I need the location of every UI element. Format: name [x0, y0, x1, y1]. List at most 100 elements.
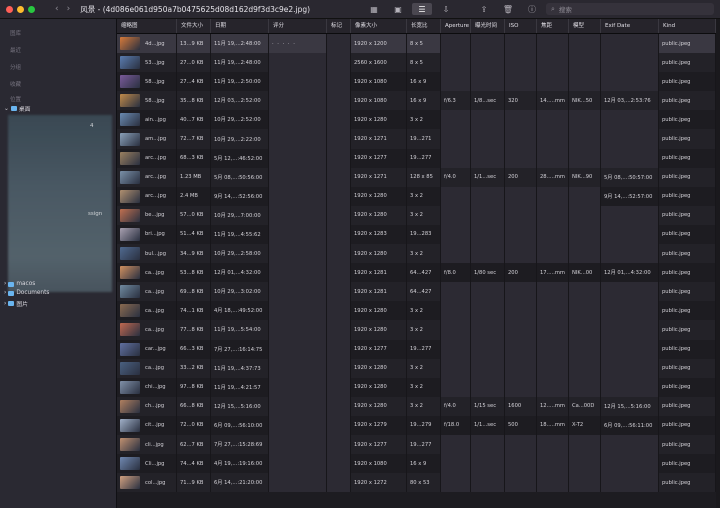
- table-row[interactable]: col...jpg 71...9 KB 6月 14,...:21:20:00 1920…: [117, 473, 720, 493]
- flag-cell[interactable]: [327, 301, 351, 321]
- rating-cell[interactable]: [269, 244, 327, 264]
- table-row[interactable]: am...jpg 72...7 KB 10月 29,...2:22:00 1920 x…: [117, 129, 720, 149]
- sidebar-item-desktop[interactable]: ⌄ 桌面: [4, 104, 30, 114]
- chevron-right-icon[interactable]: ›: [4, 281, 6, 287]
- table-row[interactable]: arc...jpg 68...3 KB 5月 12,...:46:52:00 1920…: [117, 148, 720, 168]
- rating-cell[interactable]: [269, 186, 327, 206]
- sidebar-item-documents[interactable]: › Documents: [4, 290, 49, 296]
- flag-cell[interactable]: [327, 224, 351, 245]
- list-icon[interactable]: ☰: [412, 3, 432, 15]
- rating-cell[interactable]: [269, 358, 327, 378]
- rating-cell[interactable]: [269, 205, 327, 225]
- table-row[interactable]: 58...jpg 27...4 KB 11月 19,...2:50:00 1920 x…: [117, 72, 720, 92]
- table-row[interactable]: arc...jpg 2.4 MB 9月 14,...:52:56:00 1920 x …: [117, 186, 720, 206]
- column-header[interactable]: 模型: [569, 19, 601, 33]
- table-row[interactable]: ca...jpg 74...1 KB 4月 18,...:49:52:00 1920 …: [117, 301, 720, 321]
- table-row[interactable]: arc...jpg 1.23 MB 5月 08,...:50:56:00 1920 x…: [117, 167, 720, 187]
- column-header[interactable]: 日期: [211, 19, 269, 33]
- rating-cell[interactable]: [269, 110, 327, 130]
- column-header[interactable]: 缩略图: [117, 19, 177, 33]
- rating-cell[interactable]: [269, 301, 327, 321]
- column-header[interactable]: 长宽比: [407, 19, 441, 33]
- rating-cell[interactable]: [269, 454, 327, 474]
- flag-cell[interactable]: [327, 434, 351, 455]
- share-icon[interactable]: ⇪: [474, 3, 494, 15]
- rating-cell[interactable]: [269, 396, 327, 416]
- rating-cell[interactable]: [269, 339, 327, 359]
- table-row[interactable]: ca...jpg 77...8 KB 11月 19,...5:54:00 1920 x…: [117, 320, 720, 340]
- flag-cell[interactable]: [327, 415, 351, 435]
- sidebar-category[interactable]: 位置: [10, 95, 21, 103]
- import-icon[interactable]: ⇩: [436, 3, 456, 15]
- rating-cell[interactable]: [269, 434, 327, 455]
- flag-cell[interactable]: [327, 129, 351, 149]
- table-row[interactable]: car...jpg 66...3 KB 7月 27,...:16:14:75 1920…: [117, 339, 720, 359]
- rating-cell[interactable]: [269, 91, 327, 111]
- flag-cell[interactable]: [327, 320, 351, 340]
- column-header[interactable]: 焦距: [537, 19, 569, 33]
- table-row[interactable]: ca...jpg 69...8 KB 10月 29,...3:02:00 1920 x…: [117, 282, 720, 302]
- trash-icon[interactable]: 🗑: [498, 3, 518, 15]
- back-icon[interactable]: ‹: [55, 4, 59, 14]
- flag-cell[interactable]: [327, 167, 351, 187]
- rating-cell[interactable]: [269, 320, 327, 340]
- column-header[interactable]: ISO: [505, 19, 537, 33]
- table-row[interactable]: ca...jpg 33...2 KB 11月 19,...4:37:73 1920 x…: [117, 358, 720, 378]
- search-field[interactable]: ⌕ 搜索: [546, 3, 714, 15]
- table-row[interactable]: Cli...jpg 74...4 KB 4月 19,...:19:16:00 1920…: [117, 454, 720, 474]
- sidebar-category[interactable]: 分组: [10, 63, 21, 71]
- close-button[interactable]: [6, 5, 13, 13]
- rating-cell[interactable]: [269, 129, 327, 149]
- table-row[interactable]: ca...jpg 53...8 KB 12月 01,...4:32:00 1920 x…: [117, 263, 720, 283]
- flag-cell[interactable]: [327, 186, 351, 206]
- chevron-right-icon[interactable]: ›: [4, 290, 6, 296]
- table-row[interactable]: ain...jpg 40...7 KB 10月 29,...2:52:00 1920 …: [117, 110, 720, 130]
- zoom-button[interactable]: [28, 5, 35, 13]
- table-row[interactable]: 4d...jpg 13...9 KB 11月 19,...2:48:00 · · · …: [117, 34, 720, 54]
- rating-cell[interactable]: [269, 148, 327, 168]
- column-header[interactable]: Kind: [659, 19, 716, 33]
- table-row[interactable]: 58...jpg 35...8 KB 12月 03,...2:52:00 1920 x…: [117, 91, 720, 111]
- flag-cell[interactable]: [327, 91, 351, 111]
- flag-cell[interactable]: [327, 396, 351, 416]
- table-row[interactable]: cli...jpg 62...7 KB 7月 27,...:15:28:69 1920…: [117, 434, 720, 455]
- sidebar-item-macos[interactable]: › macos: [4, 281, 35, 287]
- column-header[interactable]: Aperture: [441, 19, 471, 33]
- forward-icon[interactable]: ›: [67, 4, 71, 14]
- flag-cell[interactable]: [327, 339, 351, 359]
- table-row[interactable]: bul...jpg 34...9 KB 10月 29,...2:58:00 1920 …: [117, 244, 720, 264]
- rating-cell[interactable]: [269, 53, 327, 73]
- flag-cell[interactable]: [327, 34, 351, 54]
- chevron-right-icon[interactable]: ›: [4, 301, 6, 307]
- column-header[interactable]: Exif Date: [601, 19, 659, 33]
- column-header[interactable]: 文件大小: [177, 19, 211, 33]
- rating-cell[interactable]: [269, 167, 327, 187]
- rating-cell[interactable]: [269, 282, 327, 302]
- flag-cell[interactable]: [327, 282, 351, 302]
- flag-cell[interactable]: [327, 72, 351, 92]
- flag-cell[interactable]: [327, 263, 351, 283]
- table-row[interactable]: bri...jpg 51...4 KB 11月 19,...4:55:62 1920 …: [117, 224, 720, 245]
- rating-cell[interactable]: [269, 415, 327, 435]
- rating-cell[interactable]: [269, 224, 327, 245]
- column-header[interactable]: 标记: [327, 19, 351, 33]
- flag-cell[interactable]: [327, 454, 351, 474]
- minimize-button[interactable]: [17, 5, 24, 13]
- table-row[interactable]: chi...jpg 97...8 KB 11月 19,...4:21:57 1920 …: [117, 377, 720, 397]
- slideshow-icon[interactable]: ▣: [388, 3, 408, 15]
- rating-cell[interactable]: [269, 473, 327, 493]
- chevron-down-icon[interactable]: ⌄: [4, 106, 9, 112]
- rating-cell[interactable]: [269, 263, 327, 283]
- column-header[interactable]: 曝光时间: [471, 19, 505, 33]
- table-row[interactable]: be...jpg 57...0 KB 10月 29,...7:00:00 1920 x…: [117, 205, 720, 225]
- flag-cell[interactable]: [327, 473, 351, 493]
- grid-icon[interactable]: ▦: [364, 3, 384, 15]
- rating-cell[interactable]: [269, 72, 327, 92]
- sidebar-category[interactable]: 图库: [10, 29, 21, 37]
- flag-cell[interactable]: [327, 53, 351, 73]
- info-icon[interactable]: ⓘ: [522, 3, 542, 15]
- sidebar-item-pictures[interactable]: › 图片: [4, 299, 28, 309]
- table-row[interactable]: 53...jpg 27...0 KB 11月 19,...2:48:00 2560 x…: [117, 53, 720, 73]
- rating-cell[interactable]: · · · · ·: [269, 34, 327, 54]
- table-row[interactable]: ch...jpg 66...8 KB 12月 15,...5:16:00 1920 x…: [117, 396, 720, 416]
